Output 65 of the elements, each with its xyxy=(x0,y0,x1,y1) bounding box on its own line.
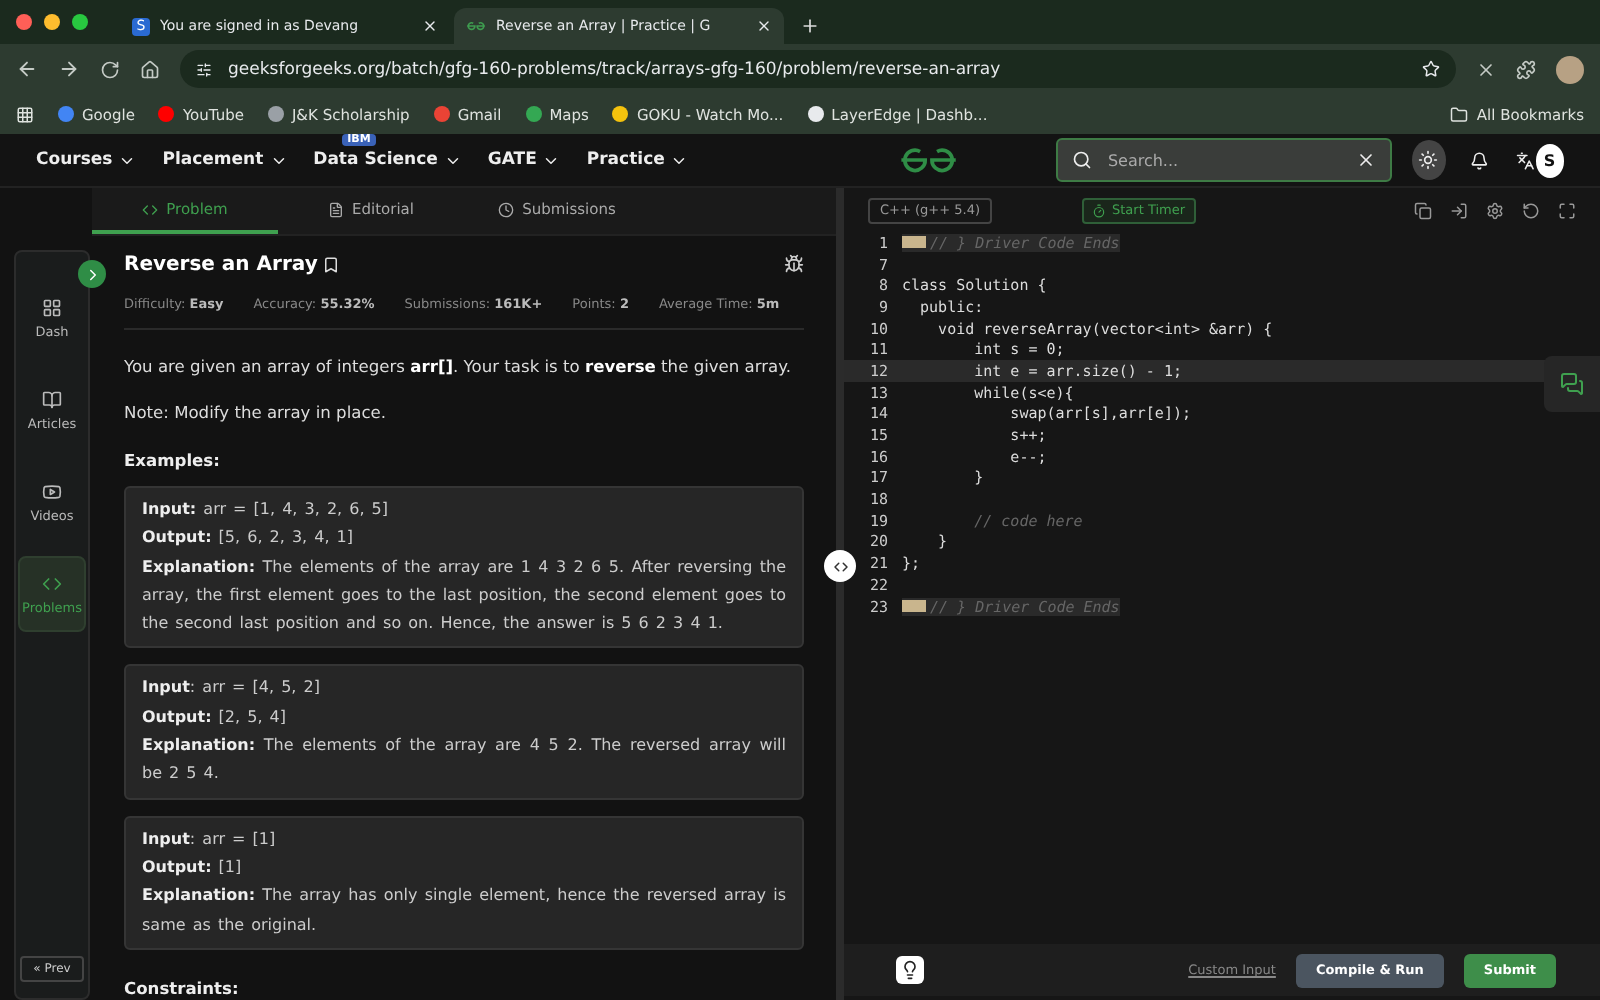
profile-avatar[interactable] xyxy=(1556,55,1584,83)
logo-icon xyxy=(466,20,486,32)
apps-icon[interactable] xyxy=(16,105,34,123)
nav-menu-item[interactable]: Practice xyxy=(586,150,689,170)
logo-icon[interactable] xyxy=(898,146,960,174)
new-tab-icon[interactable] xyxy=(800,16,820,36)
section-heading: Constraints: xyxy=(124,977,241,998)
search-input[interactable]: Search... xyxy=(1103,149,1344,171)
timer-icon xyxy=(1092,203,1106,217)
lightbulb-icon xyxy=(900,960,920,980)
bell-icon[interactable] xyxy=(1469,149,1489,171)
example-text: Output: [1] xyxy=(142,855,244,880)
example-text: Output: [2, 5, 4] xyxy=(142,705,288,730)
translate-icon[interactable] xyxy=(1516,149,1536,171)
reload-icon[interactable] xyxy=(100,59,120,79)
example-text: Input: arr = [1, 4, 3, 2, 6, 5] xyxy=(142,498,391,522)
clock-icon xyxy=(498,201,515,217)
address-field[interactable]: geeksforgeeks.org/batch/gfg-160-problems/track/arrays-gfg-160/problem/reverse-an-array xyxy=(180,50,1456,88)
bug-icon[interactable] xyxy=(784,254,804,274)
example-text: Input: arr = [1] xyxy=(142,827,278,852)
problem-text: You are given an array of integers arr[]. Your task is to reverse the given array. xyxy=(124,356,794,376)
chat-icon xyxy=(1560,372,1584,396)
problem-title: Reverse an Array xyxy=(124,253,318,275)
puzzle-icon[interactable] xyxy=(1516,59,1536,79)
bookmark-icon[interactable] xyxy=(321,255,340,273)
resize-icon xyxy=(831,557,849,575)
section-heading: Examples: xyxy=(124,450,222,470)
folder-icon xyxy=(1450,105,1469,123)
close-icon[interactable] xyxy=(756,18,772,34)
sliders-icon[interactable] xyxy=(196,61,212,77)
example-text: Output: [5, 6, 2, 3, 4, 1] xyxy=(142,526,356,551)
search-field[interactable]: Search... xyxy=(1055,138,1392,182)
nav-menu-item[interactable]: GATE xyxy=(487,150,561,170)
nav-menu-item[interactable]: Courses xyxy=(36,150,137,170)
code-icon xyxy=(142,201,159,217)
back-icon[interactable] xyxy=(16,58,38,80)
chat-button[interactable] xyxy=(1544,356,1600,412)
example-text: Explanation: The elements of the array are 4 5 2. The reversed array will be 2 5 4. xyxy=(142,734,786,787)
clear-icon[interactable] xyxy=(1355,150,1376,170)
problem-text: Note: Modify the array in place. xyxy=(124,402,389,422)
nav-menu-item[interactable]: Placement xyxy=(162,150,288,170)
forward-icon[interactable] xyxy=(58,58,80,80)
import-icon[interactable] xyxy=(1450,201,1468,219)
theme-button[interactable] xyxy=(1411,140,1446,180)
hint-button[interactable] xyxy=(896,956,924,984)
example-text: Input: arr = [4, 5, 2] xyxy=(142,676,322,701)
copy-icon[interactable] xyxy=(1414,201,1432,219)
home-icon[interactable] xyxy=(140,59,160,79)
sun-icon xyxy=(1418,150,1439,170)
example-text: Explanation: The elements of the array are 1 4 3 2 6 5. After reversing the array, the first element goes to the last position, the second element goes to the second last position and so on. Hence, the answer is 5 6 2 3 4 1. xyxy=(142,555,786,637)
document-icon xyxy=(328,201,345,217)
example-text: Explanation: The array has only single element, hence the reversed array is same as the original. xyxy=(142,884,786,938)
search-icon xyxy=(1071,150,1092,170)
code-icon xyxy=(42,573,62,593)
reset-icon[interactable] xyxy=(1522,201,1540,219)
extension-icon[interactable] xyxy=(1476,59,1496,79)
book-icon xyxy=(42,389,62,409)
fullscreen-icon[interactable] xyxy=(1558,201,1576,219)
user-avatar[interactable]: S xyxy=(1535,143,1565,177)
close-icon[interactable] xyxy=(422,18,438,34)
video-icon xyxy=(42,481,62,501)
star-icon[interactable] xyxy=(1422,60,1440,78)
dashboard-icon xyxy=(42,297,62,317)
expand-button[interactable] xyxy=(78,260,106,288)
settings-icon[interactable] xyxy=(1486,201,1504,219)
